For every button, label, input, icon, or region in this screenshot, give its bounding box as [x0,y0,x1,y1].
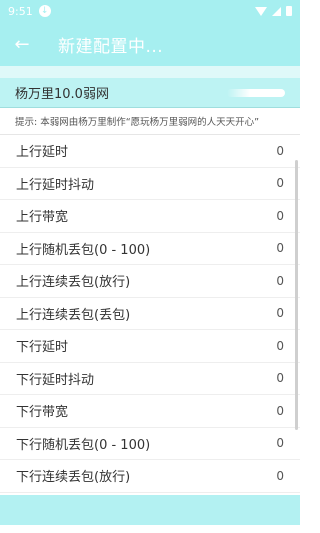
setting-label: 下行延时抖动 [16,372,95,388]
status-bar: 9:51 ↓ [0,0,300,22]
setting-value: 0 [276,371,284,386]
setting-value: 0 [276,143,284,158]
setting-value: 0 [276,306,284,321]
setting-value: 0 [276,338,284,353]
setting-row-uplink-burst-drop[interactable]: 上行连续丢包(丢包) 0 [0,298,300,330]
setting-label: 下行连续丢包(放行) [16,470,131,486]
setting-row-downlink-jitter[interactable]: 下行延时抖动 0 [0,363,300,395]
hint-text: 提示: 本弱网由杨万里制作“愿玩杨万里弱网的人天天开心” [0,108,300,135]
setting-label: 下行随机丢包(0 - 100) [16,437,151,453]
setting-value: 0 [276,273,284,288]
setting-label: 下行延时 [16,340,69,356]
setting-value: 0 [276,436,284,451]
battery-icon [286,6,292,16]
setting-row-downlink-bandwidth[interactable]: 下行带宽 0 [0,395,300,428]
setting-label: 上行连续丢包(丢包) [16,307,131,323]
header-band [0,66,300,78]
bottom-action-bar [0,495,300,525]
setting-value: 0 [276,468,284,483]
status-icons [255,6,292,16]
wifi-icon [255,6,267,16]
setting-label: 上行随机丢包(0 - 100) [16,242,151,258]
setting-row-downlink-burst-pass[interactable]: 下行连续丢包(放行) 0 [0,460,300,493]
setting-value: 0 [276,176,284,191]
setting-row-uplink-jitter[interactable]: 上行延时抖动 0 [0,168,300,200]
setting-row-downlink-random-loss[interactable]: 下行随机丢包(0 - 100) 0 [0,428,300,460]
setting-label: 上行连续丢包(放行) [16,275,131,291]
setting-row-uplink-delay[interactable]: 上行延时 0 [0,135,300,168]
setting-label: 上行延时抖动 [16,177,95,193]
setting-label: 上行延时 [16,145,69,161]
setting-row-uplink-bandwidth[interactable]: 上行带宽 0 [0,200,300,233]
page-title: 新建配置中... [58,36,164,57]
setting-value: 0 [276,403,284,418]
toolbar: ← 新建配置中... [0,22,300,66]
profile-bar[interactable]: 杨万里10.0弱网 [0,78,300,108]
back-button[interactable]: ← [0,22,44,66]
arrow-left-icon: ← [14,33,30,55]
setting-value: 0 [276,208,284,223]
scrollbar[interactable] [295,160,298,430]
setting-row-uplink-burst-pass[interactable]: 上行连续丢包(放行) 0 [0,265,300,298]
profile-name: 杨万里10.0弱网 [15,87,109,102]
setting-row-uplink-random-loss[interactable]: 上行随机丢包(0 - 100) 0 [0,233,300,265]
setting-label: 下行带宽 [16,405,69,421]
settings-list: 上行延时 0 上行延时抖动 0 上行带宽 0 上行随机丢包(0 - 100) 0… [0,135,300,495]
setting-value: 0 [276,241,284,256]
bottom-strip [0,525,300,533]
profile-slider[interactable] [227,88,285,97]
signal-icon [272,6,281,16]
setting-row-downlink-delay[interactable]: 下行延时 0 [0,330,300,363]
setting-label: 上行带宽 [16,210,69,226]
status-time: 9:51 [8,4,33,18]
download-icon: ↓ [38,5,51,17]
